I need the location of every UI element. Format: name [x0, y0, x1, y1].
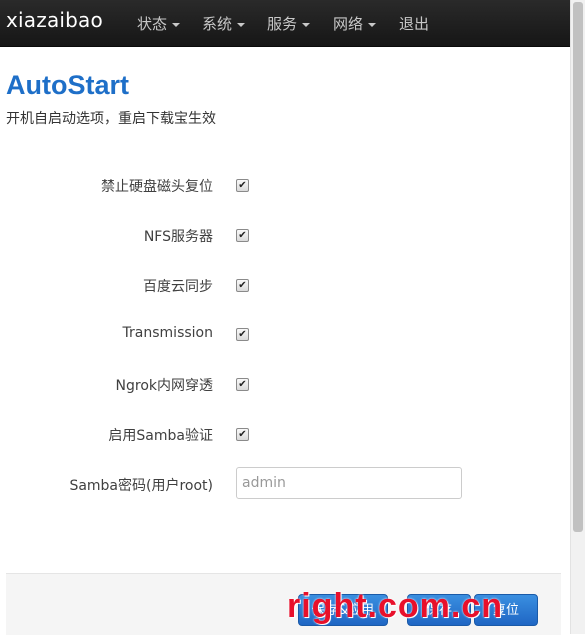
option-row-disable-disk-head-reset: 禁止硬盘磁头复位 ✔	[0, 173, 570, 197]
nav-menu-label: 退出	[399, 15, 430, 33]
option-label: 百度云同步	[143, 279, 213, 295]
caret-down-icon	[368, 22, 377, 27]
checkmark-icon: ✔	[238, 329, 247, 340]
watermark-text: right.com.cn	[287, 587, 504, 625]
option-row-nfs-server: NFS服务器 ✔	[0, 223, 570, 247]
option-row-samba-auth: 启用Samba验证 ✔	[0, 422, 570, 446]
checkbox-baidu-cloud-sync[interactable]: ✔	[236, 279, 249, 292]
nav-menu-label: 网络	[333, 15, 364, 33]
brand-logo[interactable]: xiazaibao	[6, 8, 103, 32]
option-row-samba-password: Samba密码(用户root)	[0, 467, 570, 500]
checkmark-icon: ✔	[238, 429, 247, 440]
option-row-ngrok: Ngrok内网穿透 ✔	[0, 372, 570, 396]
checkmark-icon: ✔	[238, 180, 247, 191]
checkmark-icon: ✔	[238, 230, 247, 241]
checkmark-icon: ✔	[238, 280, 247, 291]
checkmark-icon: ✔	[238, 379, 247, 390]
nav-menu-logout[interactable]: 退出	[399, 13, 429, 34]
top-navbar: xiazaibao 状态 系统 服务 网络 退出	[0, 0, 570, 47]
nav-menu-label: 系统	[202, 15, 233, 33]
samba-password-input[interactable]	[236, 467, 462, 499]
nav-menu-label: 状态	[137, 15, 168, 33]
checkbox-samba-auth[interactable]: ✔	[236, 428, 249, 441]
scrollbar-thumb[interactable]	[573, 2, 583, 532]
option-row-baidu-cloud-sync: 百度云同步 ✔	[0, 273, 570, 297]
checkbox-disable-disk-head-reset[interactable]: ✔	[236, 179, 249, 192]
caret-down-icon	[302, 22, 311, 27]
vertical-scrollbar[interactable]	[570, 0, 585, 634]
page-title: AutoStart	[6, 70, 129, 100]
option-label: Ngrok内网穿透	[115, 378, 213, 394]
option-row-transmission: Transmission ✔	[0, 322, 570, 346]
nav-menu-system[interactable]: 系统	[202, 13, 246, 34]
option-label: 启用Samba验证	[108, 428, 213, 444]
checkbox-ngrok[interactable]: ✔	[236, 378, 249, 391]
option-label: NFS服务器	[143, 229, 213, 245]
page-description: 开机自启动选项，重启下载宝生效	[6, 111, 216, 127]
option-label: 禁止硬盘磁头复位	[101, 179, 213, 195]
nav-menu-status[interactable]: 状态	[137, 13, 181, 34]
caret-down-icon	[237, 22, 246, 27]
caret-down-icon	[172, 22, 181, 27]
checkbox-nfs-server[interactable]: ✔	[236, 229, 249, 242]
nav-menu-label: 服务	[267, 15, 298, 33]
nav-menu-services[interactable]: 服务	[267, 13, 311, 34]
nav-menu-network[interactable]: 网络	[333, 13, 377, 34]
option-label: Transmission	[122, 325, 213, 341]
checkbox-transmission[interactable]: ✔	[236, 328, 249, 341]
samba-password-label: Samba密码(用户root)	[69, 478, 213, 494]
